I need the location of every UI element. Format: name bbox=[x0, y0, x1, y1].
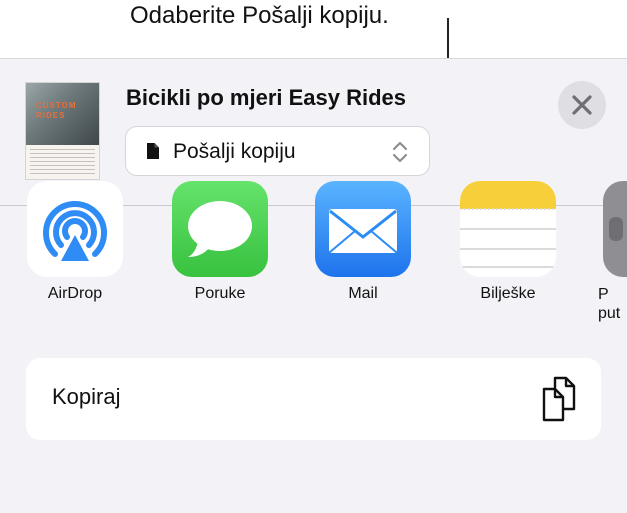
thumbnail-word: CUSTOM bbox=[36, 101, 77, 110]
doc-icon bbox=[147, 143, 159, 159]
copy-icon bbox=[542, 376, 576, 422]
messages-app[interactable] bbox=[172, 181, 268, 277]
mail-app[interactable] bbox=[315, 181, 411, 277]
callout-text: Odaberite Pošalji kopiju. bbox=[130, 2, 389, 29]
app-label: Poruke bbox=[194, 285, 246, 302]
app-label: AirDrop bbox=[47, 285, 103, 302]
document-title: Bicikli po mjeri Easy Rides bbox=[126, 85, 407, 110]
app-label: P put bbox=[598, 286, 621, 322]
app-label: Mail bbox=[348, 285, 378, 302]
document-thumbnail: CUSTOM RIDES bbox=[26, 83, 99, 179]
copy-action[interactable]: Kopiraj bbox=[26, 358, 601, 440]
airdrop-app[interactable] bbox=[27, 181, 123, 277]
send-format-select[interactable]: Pošalji kopiju bbox=[125, 126, 430, 176]
thumbnail-text-columns bbox=[30, 149, 95, 175]
send-format-value: Pošalji kopiju bbox=[173, 140, 296, 163]
copy-action-label: Kopiraj bbox=[52, 384, 121, 409]
notes-app[interactable] bbox=[460, 181, 556, 277]
thumbnail-word: RIDES bbox=[36, 111, 66, 120]
chevron-up-down-icon bbox=[392, 141, 408, 163]
airdrop-icon bbox=[43, 201, 107, 261]
mail-icon bbox=[329, 209, 397, 253]
messages-icon bbox=[188, 201, 252, 257]
close-icon bbox=[572, 95, 592, 115]
more-app[interactable] bbox=[603, 181, 627, 277]
notes-icon bbox=[460, 181, 556, 268]
more-app-icon bbox=[609, 217, 623, 241]
app-label: Bilješke bbox=[480, 285, 536, 302]
close-button[interactable] bbox=[558, 81, 606, 129]
